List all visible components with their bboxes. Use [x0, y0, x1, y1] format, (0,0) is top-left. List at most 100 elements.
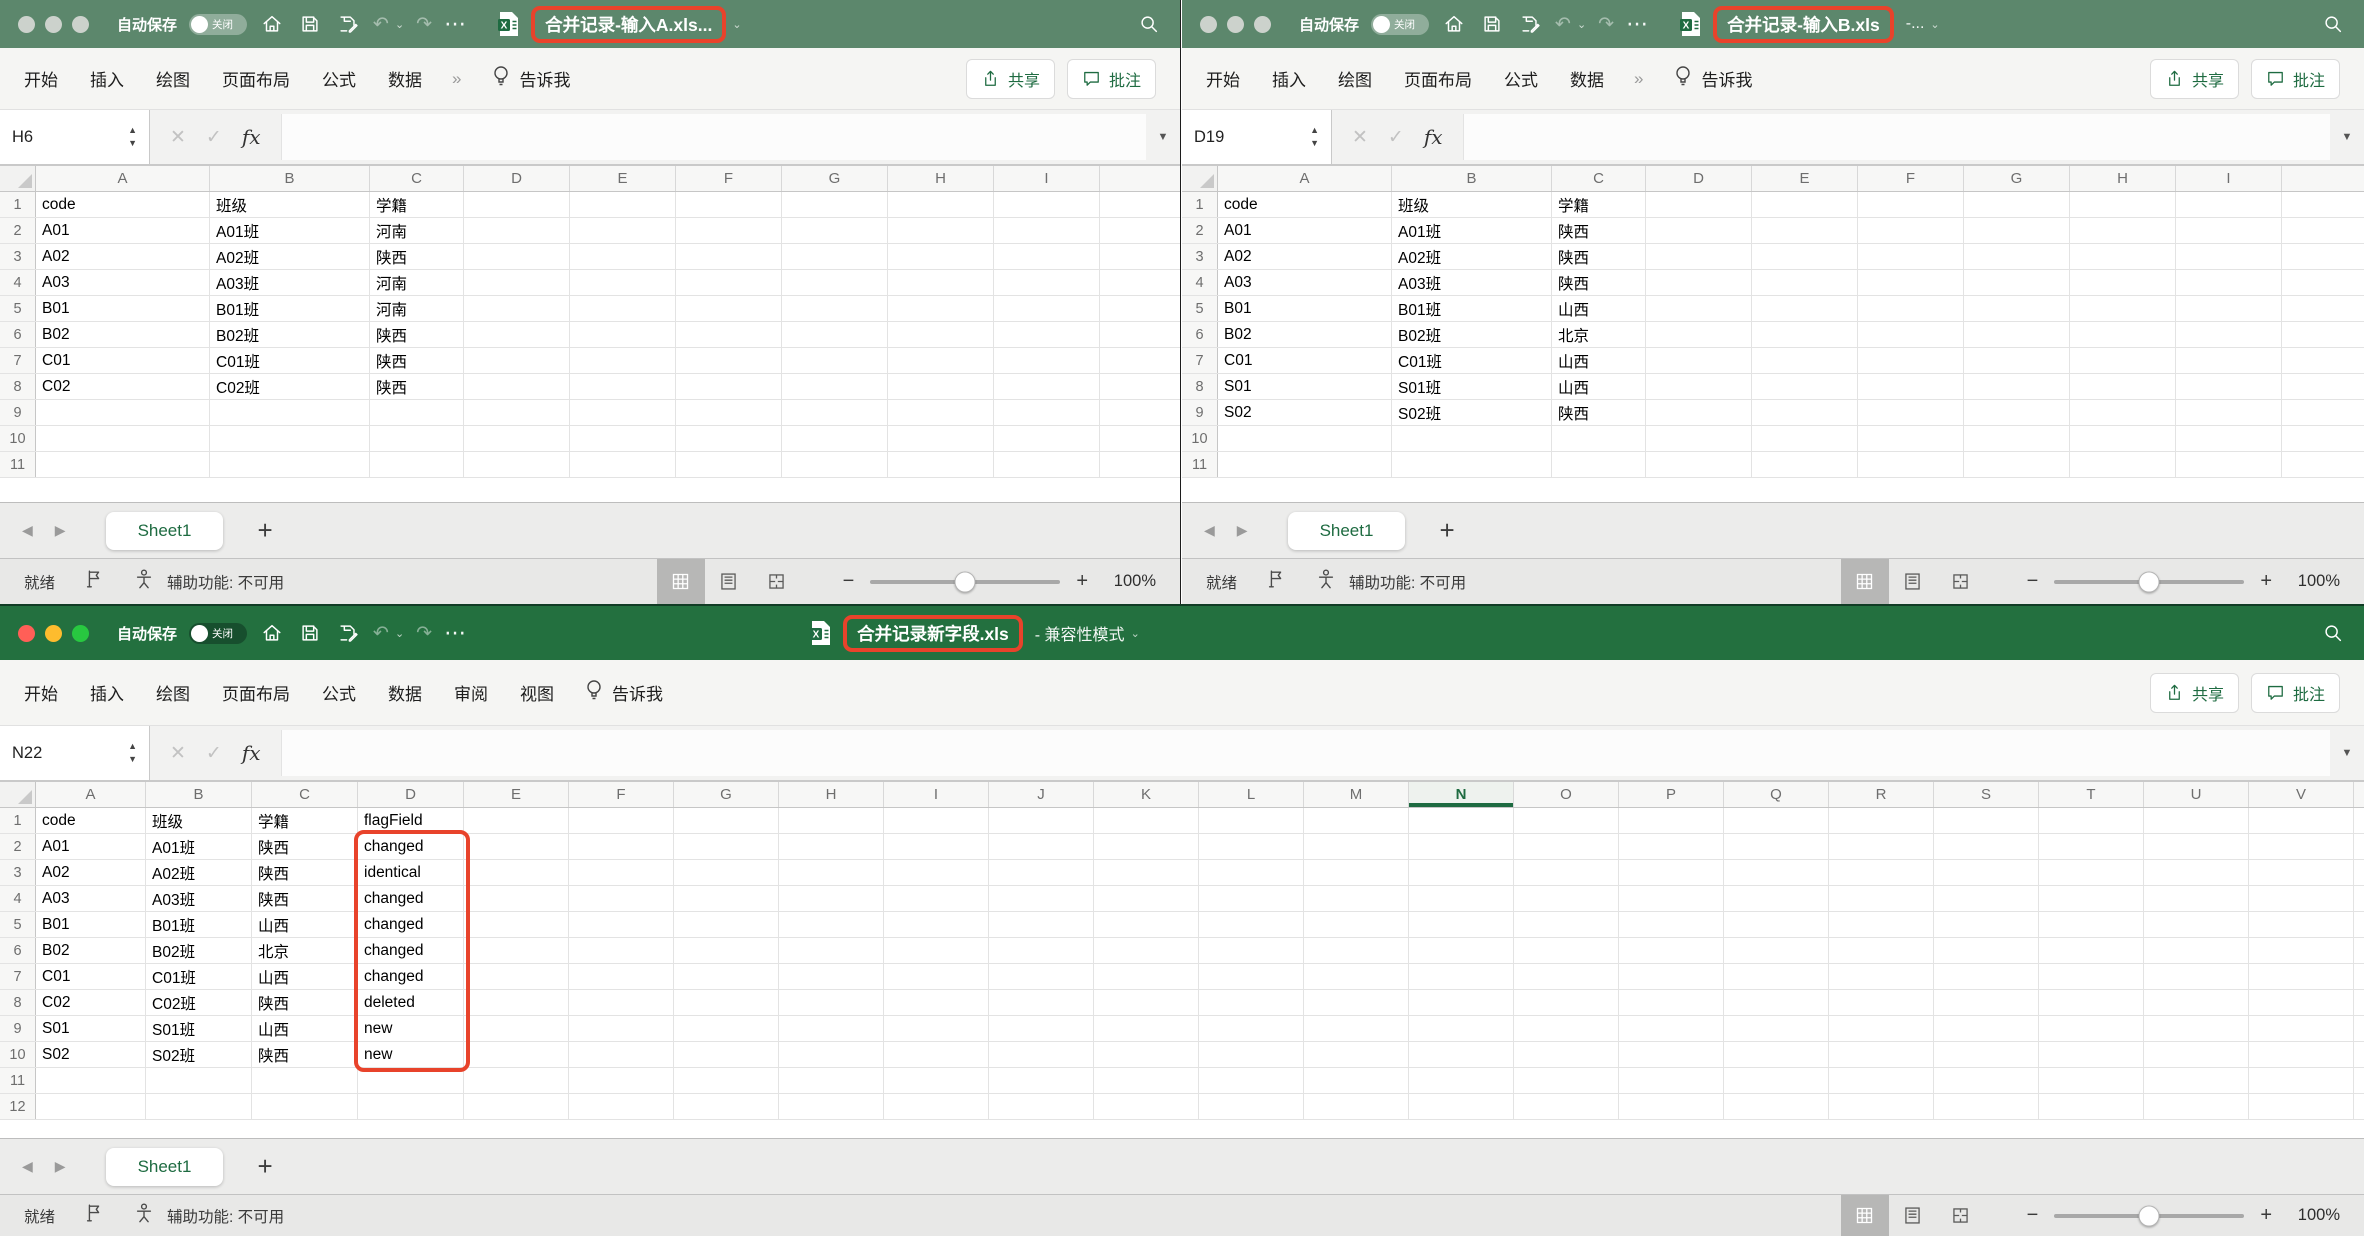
add-sheet-button[interactable]: +	[223, 1151, 306, 1182]
cell-K4[interactable]	[1094, 886, 1199, 911]
cell-C10[interactable]	[1552, 426, 1646, 451]
cell-I4[interactable]	[2176, 270, 2282, 295]
cell-T6[interactable]	[2039, 938, 2144, 963]
cell-S7[interactable]	[1934, 964, 2039, 989]
cell-T7[interactable]	[2039, 964, 2144, 989]
home-icon[interactable]	[1441, 11, 1467, 37]
cell-E9[interactable]	[1752, 400, 1858, 425]
name-box[interactable]: H6 ▲ ▼	[0, 110, 150, 164]
cell-I9[interactable]	[994, 400, 1100, 425]
cell-P8[interactable]	[1619, 990, 1724, 1015]
cell-H8[interactable]	[2070, 374, 2176, 399]
cell-N12[interactable]	[1409, 1094, 1514, 1119]
cell-I8[interactable]	[2176, 374, 2282, 399]
row-header-8[interactable]: 8	[0, 990, 36, 1015]
cell-B5[interactable]: B01班	[210, 296, 370, 321]
row-header-7[interactable]: 7	[0, 964, 36, 989]
cell-E3[interactable]	[570, 244, 676, 269]
share-button[interactable]: 共享	[965, 58, 1055, 99]
cell-F10[interactable]	[1858, 426, 1964, 451]
cell-I11[interactable]	[2176, 452, 2282, 477]
cell-C10[interactable]	[370, 426, 464, 451]
cell-L3[interactable]	[1199, 860, 1304, 885]
ribbon-tab-审阅[interactable]: 审阅	[454, 680, 488, 705]
page-break-view-button[interactable]	[753, 559, 801, 604]
cell-G10[interactable]	[1964, 426, 2070, 451]
column-header-F[interactable]: F	[1858, 166, 1964, 191]
cell-T10[interactable]	[2039, 1042, 2144, 1067]
cell-S8[interactable]	[1934, 990, 2039, 1015]
column-header-F[interactable]: F	[569, 782, 674, 807]
cell-D7[interactable]	[1646, 348, 1752, 373]
column-header-V[interactable]: V	[2249, 782, 2354, 807]
search-icon[interactable]	[2320, 620, 2346, 646]
cell-I6[interactable]	[994, 322, 1100, 347]
share-button[interactable]: 共享	[2149, 672, 2239, 713]
cell-F4[interactable]	[676, 270, 782, 295]
cell-E12[interactable]	[464, 1094, 569, 1119]
cell-H3[interactable]	[779, 860, 884, 885]
cell-U6[interactable]	[2144, 938, 2249, 963]
formula-bar-expand-icon[interactable]: ▼	[2330, 110, 2364, 164]
cell-C1[interactable]: 学籍	[370, 192, 464, 217]
cell-M11[interactable]	[1304, 1068, 1409, 1093]
cell-M6[interactable]	[1304, 938, 1409, 963]
cell-I9[interactable]	[2176, 400, 2282, 425]
cell-H5[interactable]	[888, 296, 994, 321]
zoom-slider-knob[interactable]	[2138, 571, 2160, 592]
column-header-C[interactable]: C	[252, 782, 358, 807]
name-box-spinner[interactable]: ▲ ▼	[128, 741, 137, 765]
enter-icon[interactable]: ✓	[206, 742, 222, 765]
cell-F5[interactable]	[569, 912, 674, 937]
cell-P7[interactable]	[1619, 964, 1724, 989]
cell-A11[interactable]	[36, 1068, 146, 1093]
cell-O11[interactable]	[1514, 1068, 1619, 1093]
ribbon-tab-页面布局[interactable]: 页面布局	[222, 66, 290, 91]
zoom-in-button[interactable]: +	[1076, 570, 1088, 593]
cell-G5[interactable]	[1964, 296, 2070, 321]
cell-C8[interactable]: 陕西	[252, 990, 358, 1015]
cell-E2[interactable]	[1752, 218, 1858, 243]
cell-A10[interactable]	[36, 426, 210, 451]
cell-A6[interactable]: B02	[36, 322, 210, 347]
cell-U2[interactable]	[2144, 834, 2249, 859]
cell-R6[interactable]	[1829, 938, 1934, 963]
cell-F6[interactable]	[1858, 322, 1964, 347]
home-icon[interactable]	[259, 11, 285, 37]
cell-F10[interactable]	[676, 426, 782, 451]
cell-M8[interactable]	[1304, 990, 1409, 1015]
cell-J7[interactable]	[989, 964, 1094, 989]
cell-I8[interactable]	[994, 374, 1100, 399]
cell-L9[interactable]	[1199, 1016, 1304, 1041]
row-header-1[interactable]: 1	[1182, 192, 1218, 217]
cell-E11[interactable]	[464, 1068, 569, 1093]
cell-A7[interactable]: C01	[36, 964, 146, 989]
undo-icon[interactable]: ↶	[373, 624, 389, 643]
cell-R9[interactable]	[1829, 1016, 1934, 1041]
cell-J8[interactable]	[989, 990, 1094, 1015]
share-button[interactable]: 共享	[2149, 58, 2239, 99]
column-header-E[interactable]: E	[464, 782, 569, 807]
cell-B3[interactable]: A02班	[210, 244, 370, 269]
cell-M2[interactable]	[1304, 834, 1409, 859]
cell-C5[interactable]: 山西	[252, 912, 358, 937]
cell-E10[interactable]	[464, 1042, 569, 1067]
cell-S9[interactable]	[1934, 1016, 2039, 1041]
insert-function-icon[interactable]: fx	[1424, 125, 1443, 149]
cell-G9[interactable]	[674, 1016, 779, 1041]
cell-M1[interactable]	[1304, 808, 1409, 833]
sheet-tab-sheet1[interactable]: Sheet1	[105, 511, 224, 550]
prev-sheet-icon[interactable]: ◀	[1204, 522, 1215, 539]
column-header-I[interactable]: I	[884, 782, 989, 807]
cell-S5[interactable]	[1934, 912, 2039, 937]
cell-I7[interactable]	[994, 348, 1100, 373]
cell-E10[interactable]	[570, 426, 676, 451]
zoom-slider-knob[interactable]	[954, 571, 976, 592]
cell-E8[interactable]	[1752, 374, 1858, 399]
cell-H2[interactable]	[2070, 218, 2176, 243]
cell-A5[interactable]: B01	[36, 296, 210, 321]
home-icon[interactable]	[259, 620, 285, 646]
ribbon-tab-数据[interactable]: 数据	[388, 66, 422, 91]
page-layout-view-button[interactable]	[1889, 559, 1937, 604]
cell-B1[interactable]: 班级	[1392, 192, 1552, 217]
